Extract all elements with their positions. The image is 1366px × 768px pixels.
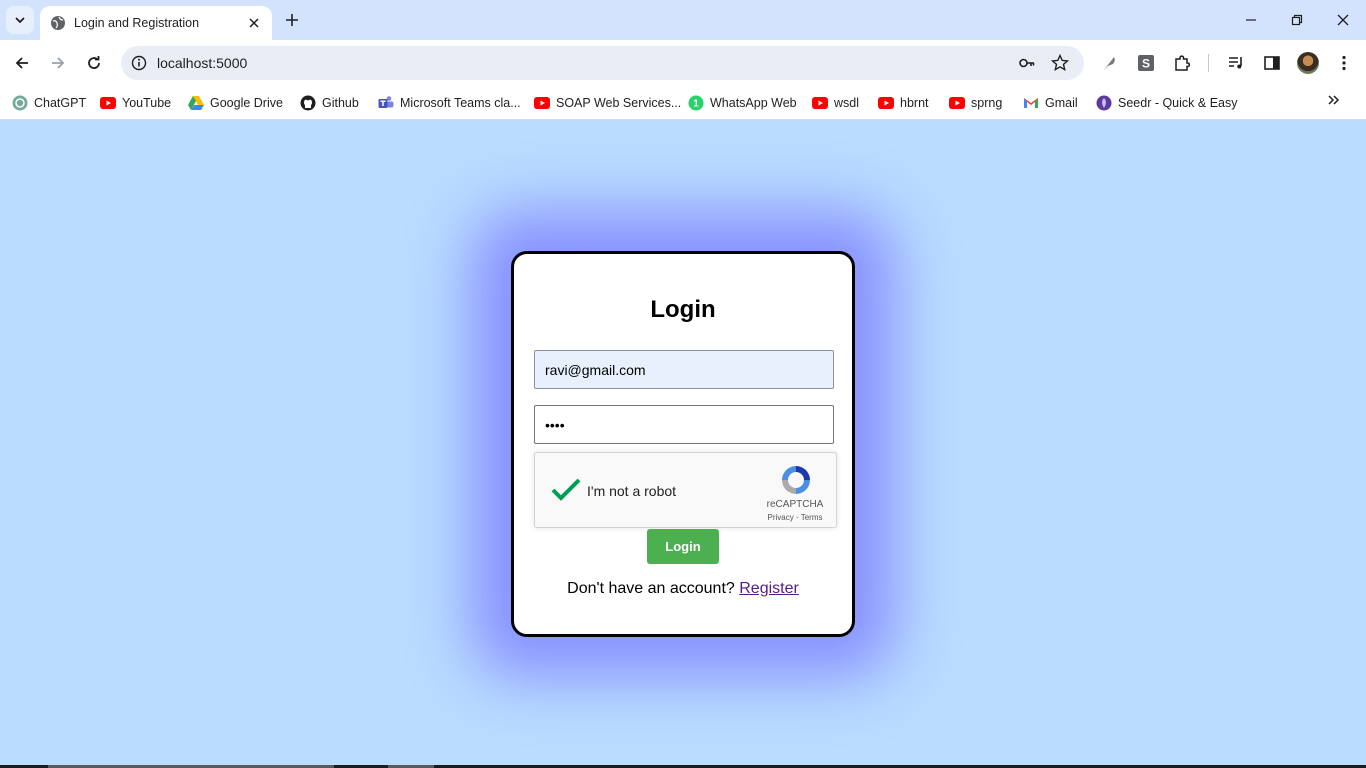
svg-text:S: S	[1142, 57, 1150, 71]
email-field[interactable]	[534, 350, 834, 389]
bookmark-gmail[interactable]: Gmail	[1023, 92, 1078, 114]
toolbar-divider	[1208, 54, 1209, 72]
close-tab-icon[interactable]	[246, 15, 262, 31]
bookmark-label: sprng	[971, 96, 1003, 110]
google-drive-icon	[188, 95, 204, 111]
back-button[interactable]	[9, 50, 35, 76]
bookmarks-bar: ChatGPT YouTube Google Drive Github Micr…	[0, 86, 1366, 120]
bookmark-youtube[interactable]: YouTube	[100, 92, 171, 114]
login-button[interactable]: Login	[647, 529, 719, 564]
bookmark-wsdl[interactable]: wsdl	[812, 92, 859, 114]
arrow-right-icon	[52, 57, 65, 69]
svg-text:1: 1	[693, 99, 699, 110]
login-title: Login	[650, 296, 716, 323]
bookmark-label: hbrnt	[900, 96, 929, 110]
bookmark-label: Seedr - Quick & Easy	[1118, 96, 1238, 110]
whatsapp-icon: 1	[688, 95, 704, 111]
extensions-puzzle-icon[interactable]	[1171, 52, 1193, 74]
profile-avatar[interactable]	[1297, 52, 1319, 74]
star-icon[interactable]	[1050, 53, 1070, 73]
register-prompt-text: Don't have an account?	[567, 580, 735, 597]
info-icon[interactable]	[129, 53, 149, 73]
recaptcha-logo-icon	[782, 466, 810, 494]
youtube-icon	[534, 95, 550, 111]
bookmark-label: Github	[322, 96, 359, 110]
close-window-button[interactable]	[1331, 8, 1355, 32]
tab-title: Login and Registration	[74, 16, 200, 30]
youtube-icon	[949, 95, 965, 111]
bookmark-github[interactable]: Github	[300, 92, 359, 114]
arrow-left-icon	[15, 57, 28, 69]
side-panel-icon[interactable]	[1261, 52, 1283, 74]
bookmark-soap-web-services[interactable]: SOAP Web Services...	[534, 92, 681, 114]
bookmark-sprng[interactable]: sprng	[949, 92, 1002, 114]
github-icon	[300, 95, 316, 111]
restore-icon	[1291, 14, 1303, 26]
bookmark-label: YouTube	[122, 96, 172, 110]
bookmark-seedr[interactable]: Seedr - Quick & Easy	[1096, 92, 1238, 114]
recaptcha-label: I'm not a robot	[587, 483, 677, 499]
minimize-icon	[1246, 19, 1256, 21]
extension-feather-icon[interactable]	[1099, 52, 1121, 74]
close-icon	[1337, 14, 1349, 26]
bookmark-label: WhatsApp Web	[710, 96, 797, 110]
bookmark-label: Google Drive	[210, 96, 283, 110]
bookmark-hbrnt[interactable]: hbrnt	[878, 92, 929, 114]
recaptcha-widget: I'm not a robot reCAPTCHA Privacy - Term…	[534, 452, 837, 528]
checkmark-icon[interactable]	[549, 473, 583, 507]
reload-button[interactable]	[81, 50, 107, 76]
recaptcha-brand: reCAPTCHA	[766, 499, 824, 510]
minimize-button[interactable]	[1239, 8, 1263, 32]
youtube-icon	[100, 95, 116, 111]
new-tab-button[interactable]	[282, 10, 302, 30]
tab-search-button[interactable]	[6, 6, 34, 34]
address-bar[interactable]: localhost:5000	[121, 46, 1084, 80]
youtube-icon	[812, 95, 828, 111]
page-viewport: Login I'm not a robot reCAPTCHA Privacy …	[0, 121, 1366, 768]
gmail-icon	[1023, 95, 1039, 111]
bookmark-label: wsdl	[834, 96, 860, 110]
globe-icon	[51, 16, 65, 30]
tab-strip: Login and Registration	[0, 0, 1366, 40]
kebab-menu-icon[interactable]	[1333, 52, 1355, 74]
seedr-icon	[1096, 95, 1112, 111]
password-field[interactable]	[534, 405, 834, 444]
forward-button[interactable]	[45, 50, 71, 76]
bookmarks-overflow-icon[interactable]	[1324, 90, 1344, 110]
bookmark-google-drive[interactable]: Google Drive	[188, 92, 283, 114]
plus-icon	[286, 14, 298, 26]
bookmark-label: SOAP Web Services...	[556, 96, 682, 110]
chatgpt-icon	[12, 95, 28, 111]
bookmark-chatgpt[interactable]: ChatGPT	[12, 92, 86, 114]
bookmark-label: ChatGPT	[34, 96, 87, 110]
register-link[interactable]: Register	[739, 580, 799, 597]
bookmark-microsoft-teams[interactable]: Microsoft Teams cla...	[378, 92, 521, 114]
reload-icon	[88, 56, 100, 69]
extension-s-icon[interactable]: S	[1135, 52, 1157, 74]
chevron-down-icon	[15, 17, 25, 24]
youtube-icon	[878, 95, 894, 111]
register-prompt: Don't have an account? Register	[514, 580, 852, 598]
active-tab[interactable]: Login and Registration	[40, 6, 272, 40]
recaptcha-privacy-terms[interactable]: Privacy - Terms	[757, 513, 833, 522]
key-icon[interactable]	[1017, 53, 1037, 73]
bookmark-label: Gmail	[1045, 96, 1078, 110]
url-text[interactable]: localhost:5000	[157, 55, 247, 71]
restore-button[interactable]	[1285, 8, 1309, 32]
browser-toolbar: localhost:5000 S	[0, 40, 1366, 86]
bookmark-label: Microsoft Teams cla...	[400, 96, 521, 110]
teams-icon	[378, 95, 394, 111]
media-control-icon[interactable]	[1225, 52, 1247, 74]
bookmark-whatsapp-web[interactable]: 1 WhatsApp Web	[688, 92, 797, 114]
login-card: Login I'm not a robot reCAPTCHA Privacy …	[511, 251, 855, 637]
